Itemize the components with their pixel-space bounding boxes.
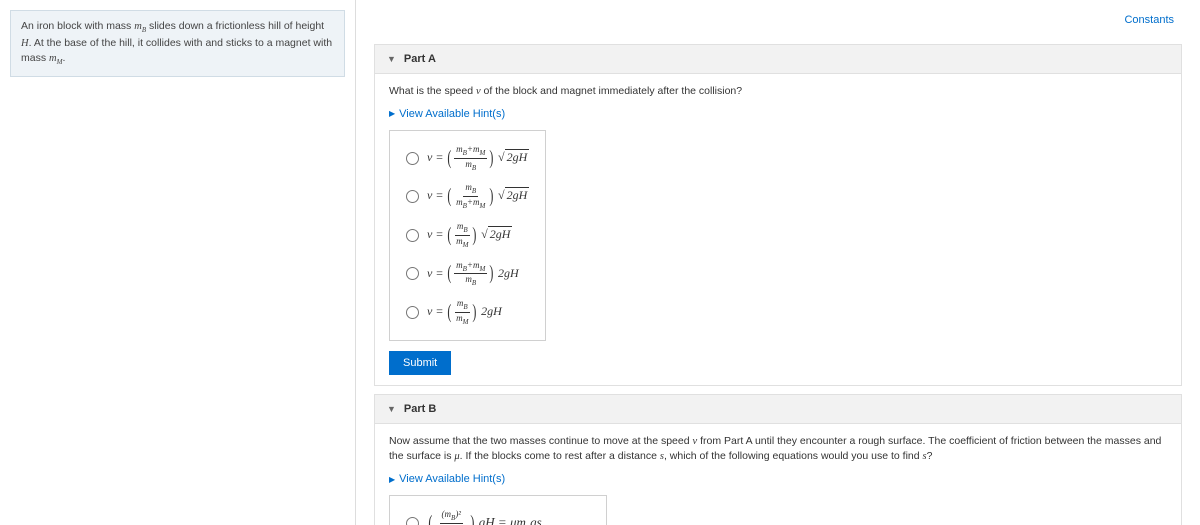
radio-a2[interactable]	[406, 190, 419, 203]
problem-text-4: .	[62, 52, 65, 64]
caret-down-icon: ▼	[387, 54, 396, 64]
option-a2[interactable]: v = (mBmB+mM) 2gH	[402, 177, 533, 216]
topbar: Constants	[374, 10, 1182, 36]
part-a-header[interactable]: ▼ Part A	[374, 44, 1182, 74]
radio-a3[interactable]	[406, 229, 419, 242]
radio-b1[interactable]	[406, 517, 419, 525]
mass-block-var: mB	[134, 21, 146, 32]
problem-statement: An iron block with mass mB slides down a…	[10, 10, 345, 77]
radio-a5[interactable]	[406, 306, 419, 319]
part-b-title: Part B	[404, 403, 436, 415]
content-panel: Constants ▼ Part A What is the speed v o…	[356, 0, 1200, 525]
formula-a2: v = (mBmB+mM) 2gH	[427, 183, 529, 210]
mass-magnet-var: mM	[49, 53, 62, 64]
problem-text-2: slides down a frictionless hill of heigh…	[146, 20, 324, 32]
option-a4[interactable]: v = (mB+mMmB) 2gH	[402, 255, 533, 294]
formula-a1: v = (mB+mMmB) 2gH	[427, 145, 529, 172]
formula-a5: v = (mBmM) 2gH	[427, 299, 502, 326]
option-a5[interactable]: v = (mBmM) 2gH	[402, 293, 533, 332]
problem-text-3: . At the base of the hill, it collides w…	[21, 37, 332, 65]
triangle-right-icon: ▶	[389, 109, 395, 118]
part-b-options: ((mB)²mB+mM) gH = μmBgs ((mB)²mB+mM) gH …	[389, 495, 607, 525]
formula-a4: v = (mB+mMmB) 2gH	[427, 261, 519, 288]
part-a-question: What is the speed v of the block and mag…	[389, 84, 1167, 100]
formula-a3: v = (mBmM) 2gH	[427, 222, 512, 249]
part-b-question: Now assume that the two masses continue …	[389, 434, 1167, 466]
part-a-body: What is the speed v of the block and mag…	[374, 74, 1182, 386]
submit-button-a[interactable]: Submit	[389, 351, 451, 375]
height-var: H	[21, 38, 29, 49]
option-a1[interactable]: v = (mB+mMmB) 2gH	[402, 139, 533, 178]
part-b-header[interactable]: ▼ Part B	[374, 394, 1182, 424]
part-b-body: Now assume that the two masses continue …	[374, 424, 1182, 525]
part-a-title: Part A	[404, 53, 436, 65]
caret-down-icon: ▼	[387, 404, 396, 414]
radio-a1[interactable]	[406, 152, 419, 165]
option-a3[interactable]: v = (mBmM) 2gH	[402, 216, 533, 255]
problem-panel: An iron block with mass mB slides down a…	[0, 0, 356, 525]
formula-b1: ((mB)²mB+mM) gH = μmBgs	[427, 510, 542, 525]
triangle-right-icon: ▶	[389, 475, 395, 484]
part-b-hints-link[interactable]: ▶ View Available Hint(s)	[389, 473, 1167, 485]
part-a-options: v = (mB+mMmB) 2gH v = (mBmB+mM) 2gH v = …	[389, 130, 546, 341]
constants-link[interactable]: Constants	[1124, 14, 1174, 26]
option-b1[interactable]: ((mB)²mB+mM) gH = μmBgs	[402, 504, 594, 525]
radio-a4[interactable]	[406, 267, 419, 280]
part-a-hints-link[interactable]: ▶ View Available Hint(s)	[389, 108, 1167, 120]
problem-text-1: An iron block with mass	[21, 20, 134, 32]
